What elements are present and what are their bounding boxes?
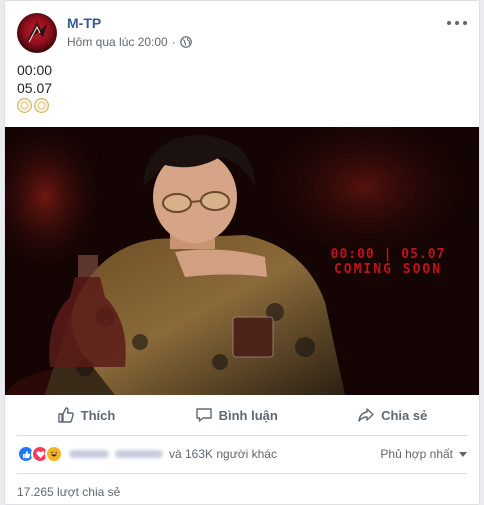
blurred-name	[115, 450, 163, 458]
disc-icon	[17, 98, 32, 113]
post-text-line: 05.07	[17, 80, 53, 96]
comment-button-label: Bình luận	[218, 407, 278, 423]
page-name-link[interactable]: M-TP	[67, 15, 101, 31]
post-card: M-TP Hôm qua lúc 20:00 · 00:00 05.07 00:…	[4, 0, 480, 505]
share-button[interactable]: Chia sẻ	[345, 400, 439, 430]
post-text-line: 00:00	[17, 62, 53, 78]
share-arrow-icon	[357, 406, 375, 424]
blurred-reactor-names	[69, 450, 163, 458]
reactions-summary[interactable]: và 163K người khác Phủ hợp nhất	[17, 443, 467, 465]
reaction-icons	[17, 445, 63, 463]
haha-reaction-icon	[45, 445, 63, 463]
avatar[interactable]	[17, 13, 57, 53]
like-button-label: Thích	[80, 407, 116, 423]
more-dot-icon	[455, 21, 459, 25]
post-timestamp[interactable]: Hôm qua lúc 20:00	[67, 35, 168, 49]
comment-button[interactable]: Bình luận	[183, 400, 290, 430]
post-image[interactable]: 00:00 | 05.07 COMING SOON	[5, 127, 479, 395]
sort-label: Phủ hợp nhất	[380, 447, 453, 461]
more-dot-icon	[447, 21, 451, 25]
post-emoji	[17, 98, 52, 116]
like-button[interactable]: Thích	[45, 400, 128, 430]
share-button-label: Chia sẻ	[381, 407, 428, 423]
comment-icon	[195, 406, 213, 424]
chevron-down-icon	[459, 451, 467, 457]
post-text: 00:00 05.07	[17, 61, 52, 116]
post-actions: Thích Bình luận Chia sẻ	[17, 397, 467, 433]
share-count[interactable]: 17.265 lượt chia sẻ	[17, 485, 120, 499]
comment-sort-dropdown[interactable]: Phủ hợp nhất	[380, 447, 467, 461]
meta-separator: ·	[171, 35, 176, 49]
divider	[17, 473, 467, 474]
overlay-time: 00:00 | 05.07	[330, 247, 446, 262]
more-options-button[interactable]	[447, 15, 467, 31]
post-meta: Hôm qua lúc 20:00 ·	[67, 35, 192, 49]
overlay-subtitle: COMING SOON	[333, 262, 443, 277]
globe-icon	[179, 36, 192, 48]
disc-icon	[34, 98, 49, 113]
thumbs-up-icon	[57, 406, 75, 424]
divider	[17, 435, 467, 436]
blurred-name	[69, 450, 109, 458]
reactions-count-text: và 163K người khác	[169, 447, 277, 461]
more-dot-icon	[463, 21, 467, 25]
image-overlay-text: 00:00 | 05.07 COMING SOON	[313, 247, 463, 277]
post-header: M-TP Hôm qua lúc 20:00 ·	[17, 13, 467, 57]
